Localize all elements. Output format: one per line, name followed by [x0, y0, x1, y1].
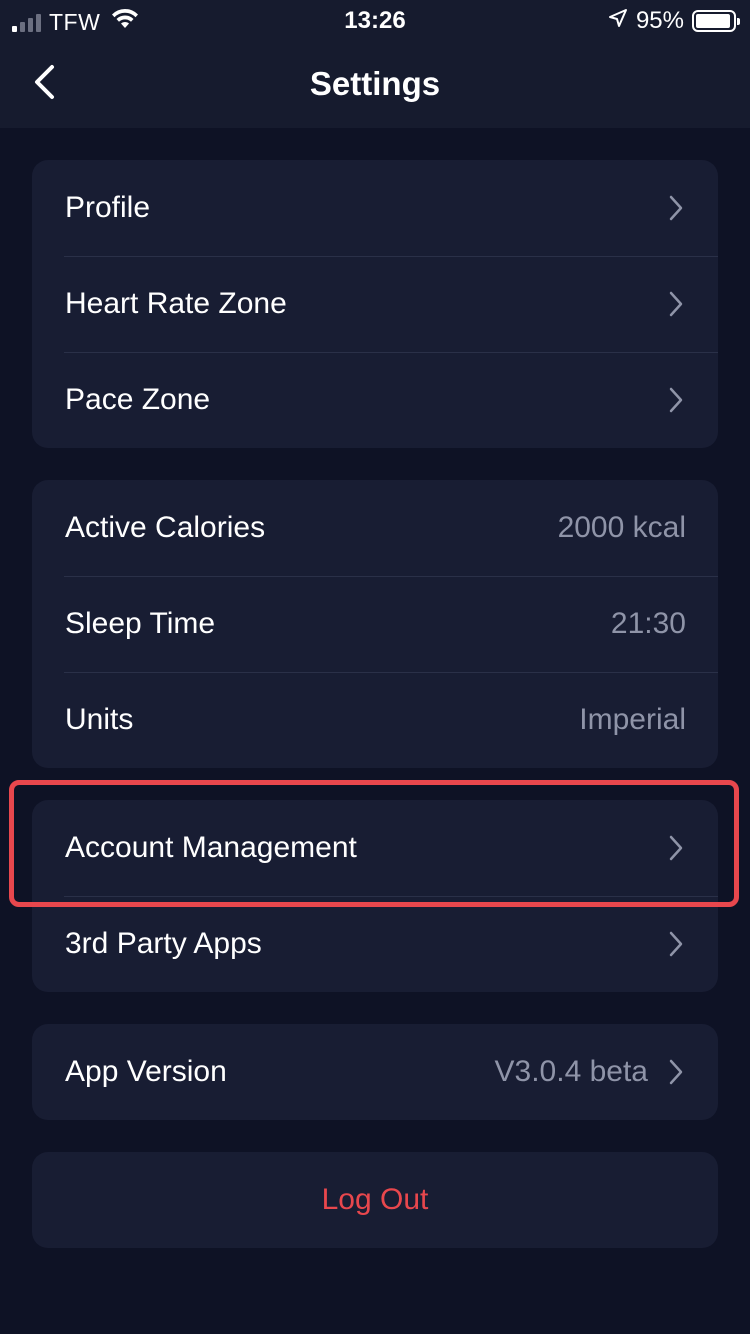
settings-group-account: Account Management 3rd Party Apps: [32, 800, 718, 992]
row-label: 3rd Party Apps: [65, 927, 262, 960]
row-value: Imperial: [579, 703, 686, 736]
row-label: Pace Zone: [65, 383, 211, 416]
row-label: Profile: [65, 191, 151, 224]
row-label: Active Calories: [65, 511, 266, 544]
settings-screen: TFW 13:26 95% Settings Profile Heart Rat…: [0, 0, 750, 1334]
row-label: Sleep Time: [65, 607, 216, 640]
row-label: Account Management: [65, 831, 357, 864]
heart-rate-zone-row[interactable]: Heart Rate Zone: [32, 256, 718, 352]
row-value: 2000 kcal: [557, 511, 686, 544]
chevron-right-icon: [666, 833, 686, 863]
row-value: V3.0.4 beta: [494, 1055, 648, 1088]
status-right: 95%: [608, 7, 740, 35]
pace-zone-row[interactable]: Pace Zone: [32, 352, 718, 448]
chevron-right-icon: [666, 1057, 686, 1087]
row-label: App Version: [65, 1055, 227, 1088]
settings-group-preferences: Active Calories 2000 kcal Sleep Time 21:…: [32, 480, 718, 768]
logout-group: Log Out: [32, 1152, 718, 1248]
third-party-apps-row[interactable]: 3rd Party Apps: [32, 896, 718, 992]
chevron-right-icon: [666, 289, 686, 319]
chevron-right-icon: [666, 385, 686, 415]
settings-group-zones: Profile Heart Rate Zone Pace Zone: [32, 160, 718, 448]
active-calories-row[interactable]: Active Calories 2000 kcal: [32, 480, 718, 576]
page-title: Settings: [309, 65, 441, 102]
battery-icon: [692, 10, 740, 32]
sleep-time-row[interactable]: Sleep Time 21:30: [32, 576, 718, 672]
app-version-row[interactable]: App Version V3.0.4 beta: [32, 1024, 718, 1120]
account-management-row[interactable]: Account Management: [32, 800, 718, 896]
navigation-bar: Settings: [0, 40, 750, 128]
profile-row[interactable]: Profile: [32, 160, 718, 256]
row-label: Heart Rate Zone: [65, 287, 287, 320]
chevron-right-icon: [666, 193, 686, 223]
status-bar: TFW 13:26 95%: [0, 0, 750, 40]
row-label: Units: [65, 703, 134, 736]
units-row[interactable]: Units Imperial: [32, 672, 718, 768]
row-value: 21:30: [610, 607, 686, 640]
battery-percent: 95%: [635, 7, 684, 34]
logout-label: Log Out: [321, 1183, 429, 1216]
logout-button[interactable]: Log Out: [32, 1152, 718, 1248]
settings-group-version: App Version V3.0.4 beta: [32, 1024, 718, 1120]
chevron-right-icon: [666, 929, 686, 959]
location-arrow-icon: [608, 7, 628, 35]
